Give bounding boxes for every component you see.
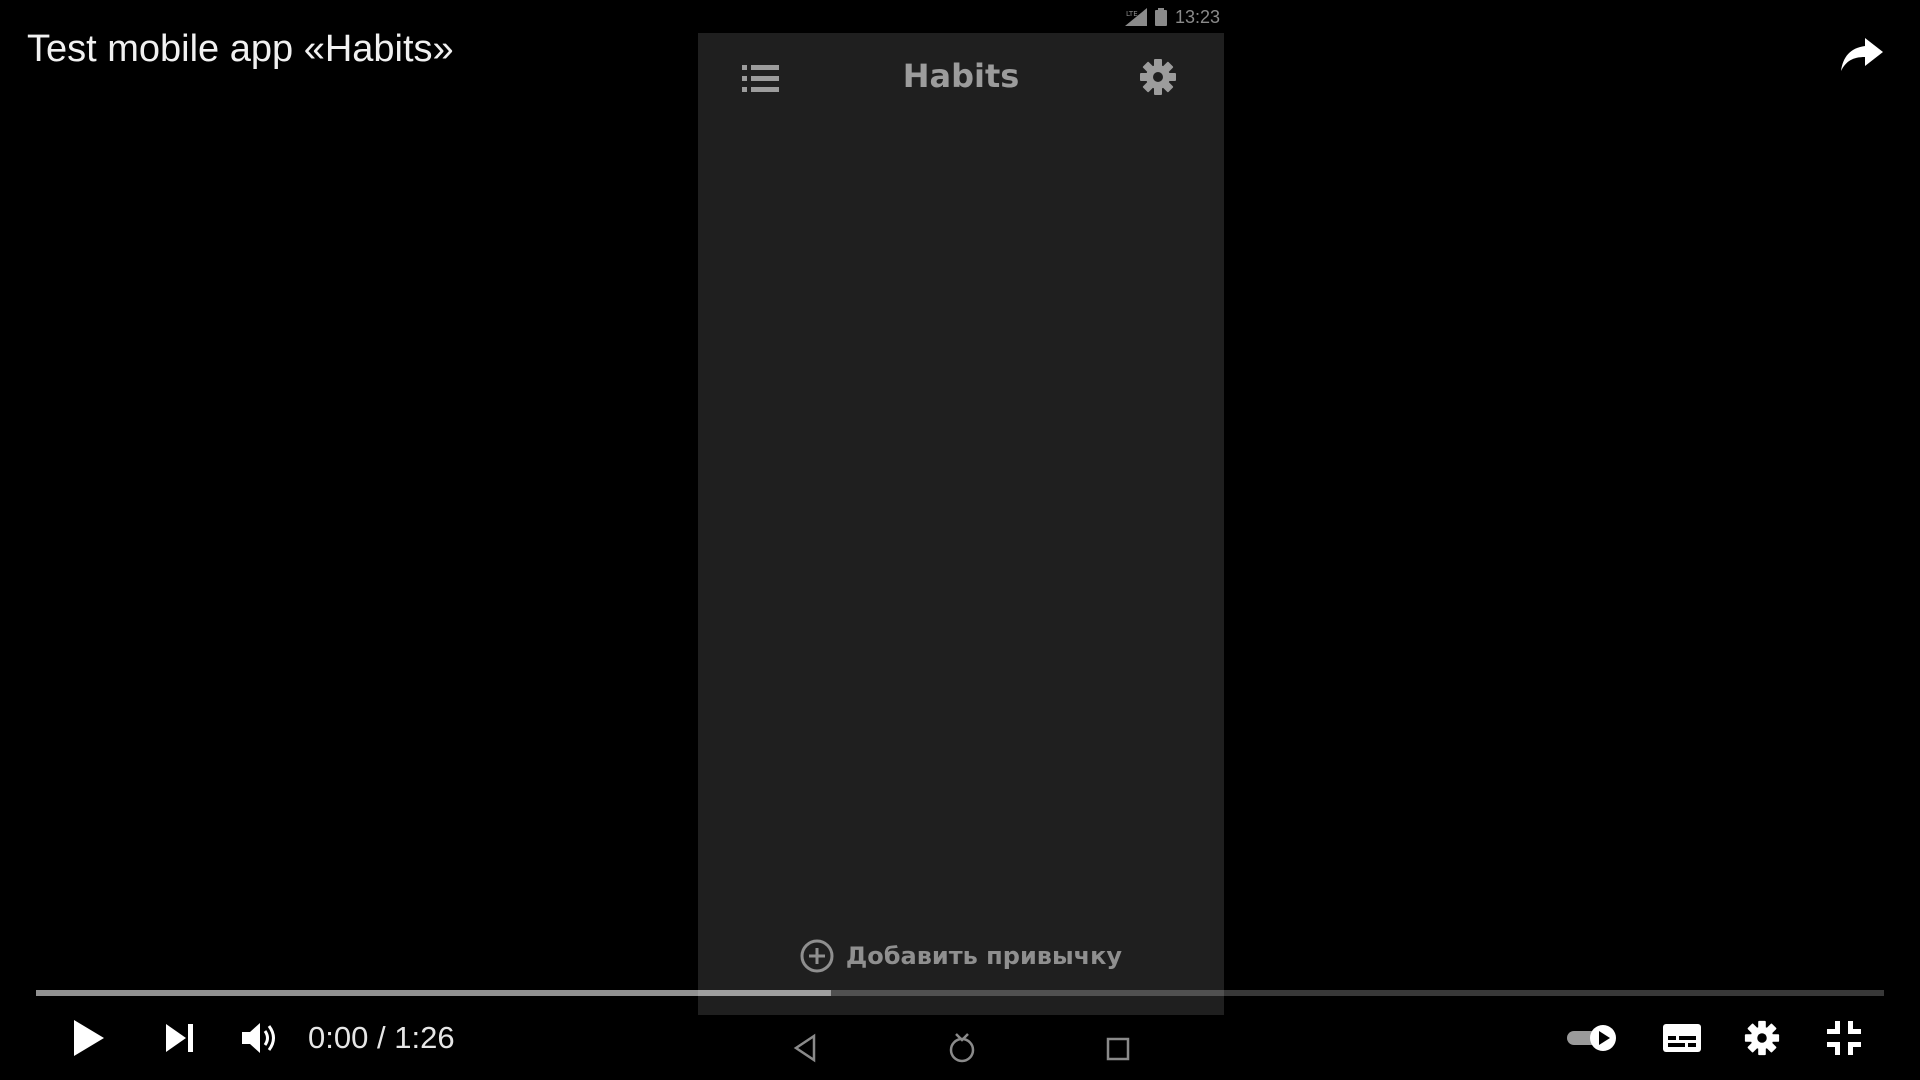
next-icon xyxy=(166,1024,193,1052)
video-title: Test mobile app «Habits» xyxy=(27,28,454,70)
plus-circle-icon xyxy=(800,939,834,973)
battery-icon xyxy=(1154,8,1167,26)
volume-button[interactable] xyxy=(232,1010,288,1066)
android-recents-icon[interactable] xyxy=(1100,1030,1136,1066)
add-habit-label: Добавить привычку xyxy=(845,942,1123,970)
time-separator: / xyxy=(376,1020,386,1055)
next-button[interactable] xyxy=(152,1010,208,1066)
buffered-bar xyxy=(36,990,831,996)
time-display: 0:00 / 1:26 xyxy=(308,1020,455,1056)
phone-screen: Habits Добавить привычку xyxy=(698,33,1224,1015)
gear-icon xyxy=(1744,1020,1780,1056)
progress-bar[interactable] xyxy=(36,990,1884,996)
video-player[interactable]: Test mobile app «Habits» LTE 13:23 Habit… xyxy=(0,0,1920,1080)
svg-text:LTE: LTE xyxy=(1126,10,1138,18)
android-back-icon[interactable] xyxy=(788,1030,824,1066)
exit-fullscreen-icon xyxy=(1827,1021,1861,1055)
app-toolbar: Habits xyxy=(698,33,1224,123)
autoplay-toggle-icon xyxy=(1567,1025,1616,1051)
add-habit-button[interactable]: Добавить привычку xyxy=(698,939,1224,973)
play-button[interactable] xyxy=(60,1010,116,1066)
duration: 1:26 xyxy=(394,1020,455,1055)
gear-icon[interactable] xyxy=(1138,57,1178,97)
share-button[interactable] xyxy=(1838,30,1886,78)
android-home-icon[interactable] xyxy=(944,1030,980,1066)
status-bar: LTE 13:23 xyxy=(1100,4,1220,30)
signal-icon: LTE xyxy=(1124,8,1147,26)
volume-icon xyxy=(242,1023,275,1053)
status-time: 13:23 xyxy=(1174,6,1220,27)
current-time: 0:00 xyxy=(308,1020,369,1055)
subtitles-button[interactable] xyxy=(1654,1010,1710,1066)
exit-fullscreen-button[interactable] xyxy=(1816,1010,1872,1066)
subtitles-icon xyxy=(1663,1024,1701,1052)
play-icon xyxy=(74,1020,104,1056)
settings-button[interactable] xyxy=(1734,1010,1790,1066)
autoplay-toggle[interactable] xyxy=(1562,1010,1622,1066)
share-icon xyxy=(1841,38,1883,71)
